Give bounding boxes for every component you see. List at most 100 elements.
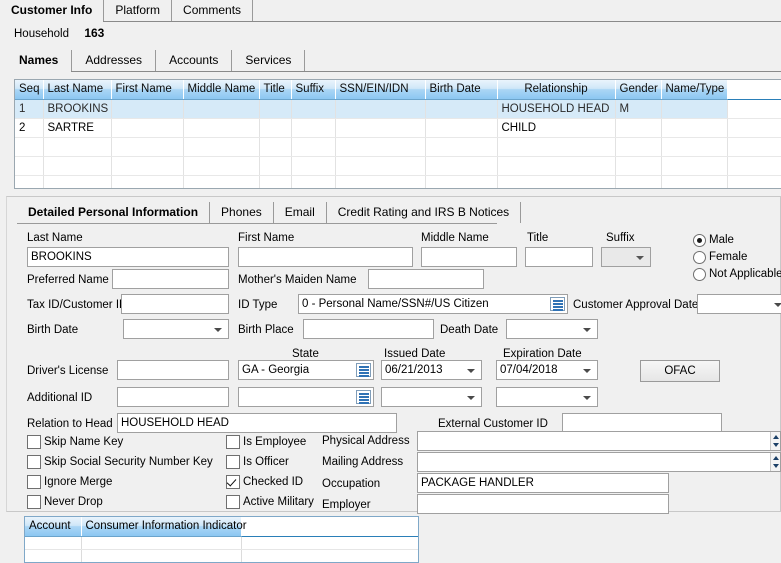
names-grid[interactable]: Seq Last Name First Name Middle Name Tit…	[14, 79, 781, 189]
customer-approval-date-label: Customer Approval Date	[573, 299, 699, 311]
checkbox-ignore-merge[interactable]: Ignore Merge	[27, 475, 112, 489]
checkbox-skip-name-key[interactable]: Skip Name Key	[27, 435, 123, 449]
title-input[interactable]	[525, 247, 593, 267]
birth-date-select[interactable]	[123, 319, 229, 339]
col-title[interactable]: Title	[259, 80, 292, 100]
mothers-maiden-name-label: Mother's Maiden Name	[238, 274, 357, 286]
first-name-input[interactable]	[238, 247, 413, 267]
col-birth-date[interactable]: Birth Date	[425, 80, 498, 100]
gender-radio-not-applicable[interactable]: Not Applicable	[693, 267, 781, 281]
relation-to-head-input[interactable]: HOUSEHOLD HEAD	[117, 413, 397, 433]
col-consumer-information-indicator[interactable]: Consumer Information Indicator	[81, 517, 247, 537]
cell-ssn	[335, 118, 426, 138]
first-name-label: First Name	[238, 232, 295, 244]
customer-approval-date-select[interactable]	[697, 294, 781, 314]
table-row[interactable]	[15, 156, 781, 176]
checkbox-is-officer[interactable]: Is Officer	[226, 455, 289, 469]
table-row[interactable]: 1 BROOKINS HOUSEHOLD HEAD M	[15, 99, 781, 119]
cell-account	[25, 536, 82, 550]
col-account[interactable]: Account	[25, 517, 82, 537]
cell-gender	[615, 118, 662, 138]
cell-title	[259, 99, 292, 119]
cell-relationship: CHILD	[497, 118, 616, 138]
cell-birth-date	[425, 118, 498, 138]
cell-account	[25, 549, 82, 562]
drivers-license-label: Driver's License	[27, 365, 109, 377]
gender-radio-male[interactable]: Male	[693, 233, 734, 247]
list-item[interactable]	[25, 549, 418, 562]
col-suffix[interactable]: Suffix	[291, 80, 336, 100]
col-seq[interactable]: Seq	[15, 80, 44, 100]
subtab-addresses[interactable]: Addresses	[72, 50, 157, 71]
gender-radio-female[interactable]: Female	[693, 250, 747, 264]
physical-address-spinner[interactable]	[770, 432, 780, 450]
drivers-license-input[interactable]	[117, 360, 229, 380]
names-grid-body: 1 BROOKINS HOUSEHOLD HEAD M 2 SARTRE CHI…	[15, 99, 781, 188]
physical-address-input[interactable]	[417, 431, 781, 451]
state-label: State	[292, 348, 319, 360]
detail-tab-credit-rating[interactable]: Credit Rating and IRS B Notices	[327, 202, 522, 223]
table-row[interactable]	[15, 137, 781, 157]
list-lookup-icon[interactable]	[550, 297, 565, 311]
drivers-license-issued-date-select[interactable]: 06/21/2013	[381, 360, 482, 380]
employer-input[interactable]	[417, 494, 669, 514]
checkbox-is-employee[interactable]: Is Employee	[226, 435, 306, 449]
checkbox-never-drop[interactable]: Never Drop	[27, 495, 103, 509]
tax-id-label: Tax ID/Customer ID	[27, 299, 128, 311]
tax-id-input[interactable]	[121, 294, 229, 314]
table-row[interactable]: 2 SARTRE CHILD	[15, 118, 781, 138]
col-last-name[interactable]: Last Name	[43, 80, 112, 100]
additional-id-issued-date-select[interactable]	[381, 387, 482, 407]
subtab-accounts[interactable]: Accounts	[156, 50, 233, 71]
detail-tab-personal-information[interactable]: Detailed Personal Information	[17, 202, 211, 223]
tab-platform[interactable]: Platform	[104, 0, 173, 21]
col-name-type[interactable]: Name/Type	[661, 80, 728, 100]
mailing-address-input[interactable]	[417, 452, 781, 472]
col-ssn-ein-idn[interactable]: SSN/EIN/IDN	[335, 80, 426, 100]
checkbox-checked-id[interactable]: Checked ID	[226, 475, 303, 489]
col-filler	[240, 517, 418, 537]
id-type-value: 0 - Personal Name/SSN#/US Citizen	[302, 298, 489, 310]
col-relationship[interactable]: Relationship	[497, 80, 616, 100]
list-lookup-icon[interactable]	[356, 390, 371, 404]
id-type-input[interactable]: 0 - Personal Name/SSN#/US Citizen	[298, 294, 568, 314]
birth-place-input[interactable]	[303, 319, 434, 339]
table-row[interactable]	[15, 175, 781, 188]
occupation-label: Occupation	[322, 478, 381, 490]
list-item[interactable]	[25, 536, 418, 550]
drivers-license-state-value: GA - Georgia	[242, 364, 310, 376]
list-lookup-icon[interactable]	[356, 363, 371, 377]
drivers-license-expiration-date-select[interactable]: 07/04/2018	[496, 360, 598, 380]
cell-last-name: SARTRE	[43, 118, 112, 138]
middle-name-input[interactable]	[421, 247, 517, 267]
cell-relationship: HOUSEHOLD HEAD	[497, 99, 616, 119]
checkbox-active-military[interactable]: Active Military	[226, 495, 314, 509]
subtab-names[interactable]: Names	[6, 50, 73, 72]
subtab-services[interactable]: Services	[232, 50, 306, 71]
mailing-address-spinner[interactable]	[770, 453, 780, 471]
detail-tab-phones[interactable]: Phones	[210, 202, 274, 223]
preferred-name-input[interactable]	[112, 269, 229, 289]
col-middle-name[interactable]: Middle Name	[183, 80, 260, 100]
mothers-maiden-name-input[interactable]	[368, 269, 484, 289]
household-label: Household	[14, 28, 69, 40]
last-name-input[interactable]: BROOKINS	[27, 247, 229, 267]
additional-id-state-input[interactable]	[238, 387, 374, 407]
col-gender[interactable]: Gender	[615, 80, 662, 100]
additional-id-input[interactable]	[117, 387, 229, 407]
detail-tab-email[interactable]: Email	[274, 202, 327, 223]
title-label: Title	[527, 232, 549, 244]
tab-customer-info[interactable]: Customer Info	[0, 0, 105, 22]
additional-id-expiration-date-select[interactable]	[496, 387, 598, 407]
consumer-information-grid[interactable]: Account Consumer Information Indicator	[24, 517, 419, 563]
drivers-license-state-input[interactable]: GA - Georgia	[238, 360, 374, 380]
death-date-select[interactable]	[506, 319, 598, 339]
suffix-select[interactable]	[601, 247, 651, 267]
occupation-input[interactable]: PACKAGE HANDLER	[417, 473, 669, 493]
cell-seq: 1	[15, 99, 44, 119]
external-customer-id-input[interactable]	[562, 413, 722, 433]
tab-comments[interactable]: Comments	[172, 0, 254, 21]
checkbox-skip-ssn-key[interactable]: Skip Social Security Number Key	[27, 455, 213, 469]
ofac-button[interactable]: OFAC	[640, 360, 720, 382]
col-first-name[interactable]: First Name	[111, 80, 184, 100]
